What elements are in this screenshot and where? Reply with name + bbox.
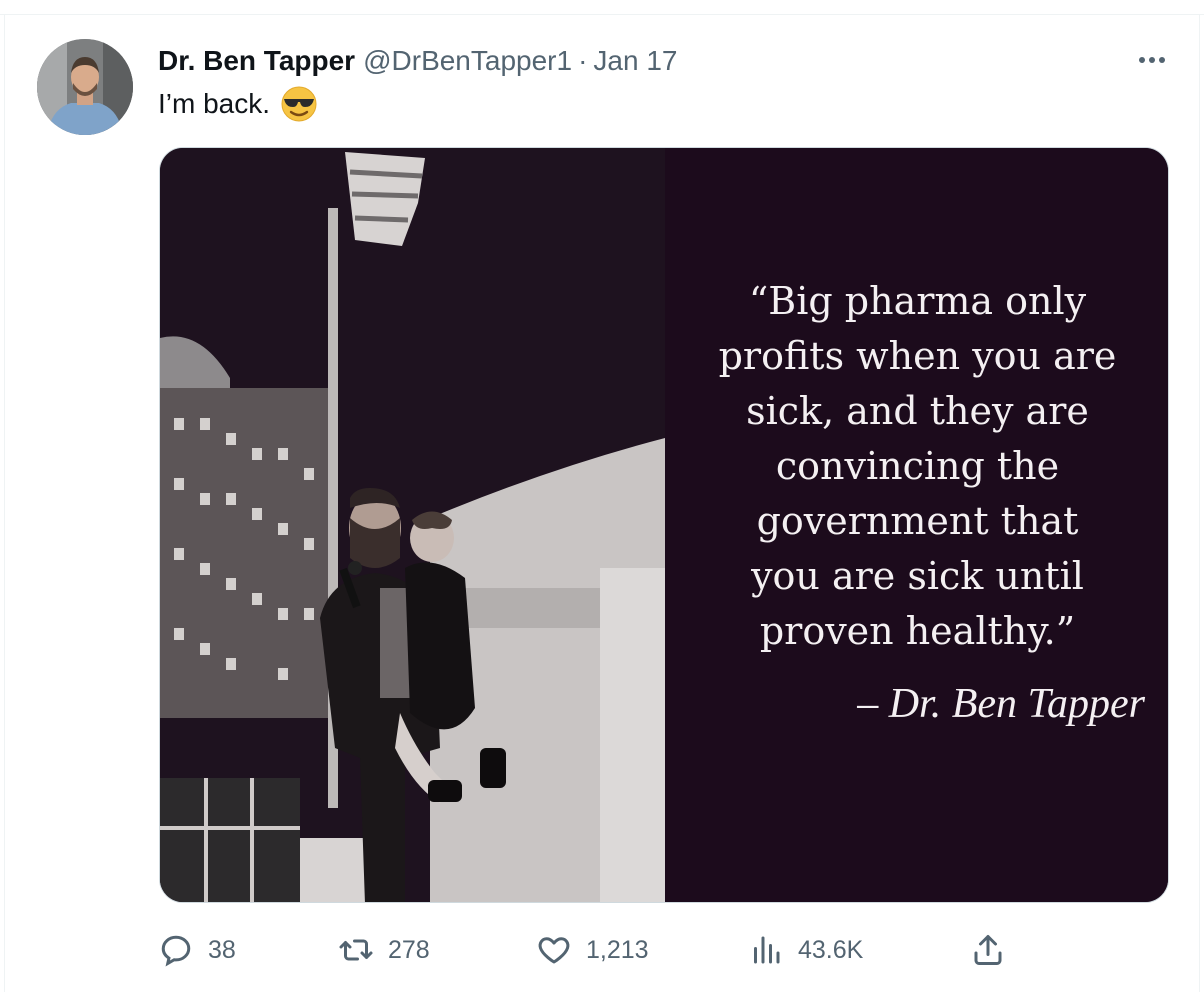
like-button[interactable]: 1,213 [536, 928, 649, 972]
separator-dot: · [578, 45, 588, 76]
tweet-text-content: I’m back. [158, 88, 271, 119]
quote-text: “Big pharma only profits when you are si… [718, 279, 1117, 653]
more-options-icon[interactable] [1135, 46, 1169, 74]
retweet-icon [339, 939, 373, 961]
author-handle[interactable]: @DrBenTapper1 [363, 45, 572, 77]
retweet-button[interactable]: 278 [338, 928, 430, 972]
reply-button[interactable]: 38 [158, 928, 236, 972]
rally-photo [160, 148, 665, 902]
quote-panel: “Big pharma only profits when you are si… [665, 148, 1168, 902]
right-divider [1199, 14, 1200, 992]
top-divider [0, 14, 1204, 15]
retweet-count: 278 [388, 935, 430, 964]
like-count: 1,213 [586, 935, 649, 964]
tweet-actions: 38 278 1,213 43.6K [158, 928, 1018, 972]
views-button[interactable]: 43.6K [748, 928, 863, 972]
author-name[interactable]: Dr. Ben Tapper [158, 45, 355, 77]
share-icon [974, 935, 1002, 965]
tweet-header: Dr. Ben Tapper @DrBenTapper1 · Jan 17 [158, 42, 677, 80]
media-card[interactable]: “Big pharma only profits when you are si… [159, 147, 1169, 903]
quote-attribution: – Dr. Ben Tapper [857, 681, 1145, 727]
avatar[interactable] [37, 39, 133, 135]
left-divider [4, 14, 5, 992]
reply-count: 38 [208, 935, 236, 964]
share-button[interactable] [970, 928, 1006, 972]
reply-icon [161, 935, 191, 967]
views-count: 43.6K [798, 935, 864, 964]
tweet-text: I’m back. [158, 84, 318, 124]
tweet-date[interactable]: Jan 17 [593, 45, 677, 77]
heart-icon [538, 937, 570, 964]
smiling-face-with-sunglasses-icon [281, 86, 317, 122]
views-chart-icon [754, 936, 780, 964]
